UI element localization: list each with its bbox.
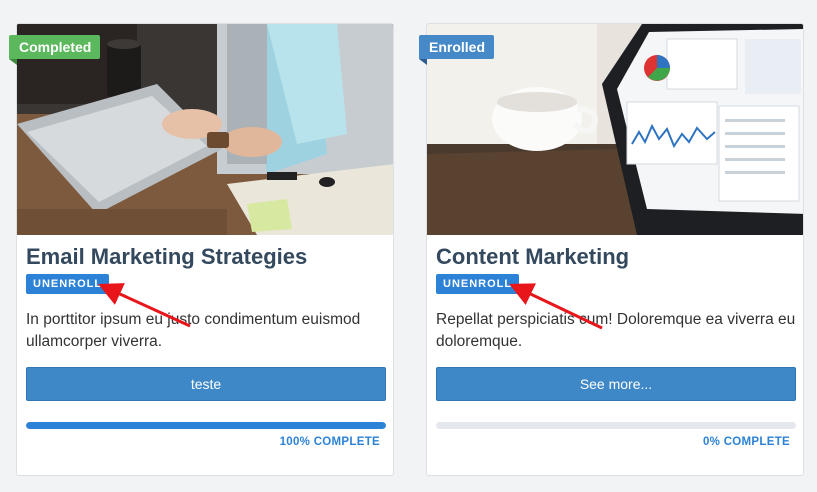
course-description: Repellat perspiciatis cum! Doloremque ea…: [436, 311, 796, 350]
progress-fill: [26, 422, 386, 429]
progress-label: 100% COMPLETE: [279, 436, 380, 448]
unenroll-button[interactable]: UNENROLL: [436, 274, 520, 294]
unenroll-button[interactable]: UNENROLL: [26, 274, 110, 294]
course-title: Email Marketing Strategies: [26, 244, 308, 269]
progress-bar: [26, 422, 386, 429]
course-title: Content Marketing: [436, 244, 630, 269]
course-description: In porttitor ipsum eu justo condimentum …: [26, 311, 361, 350]
course-action-button[interactable]: teste: [26, 367, 386, 401]
status-ribbon: Enrolled: [419, 35, 495, 65]
progress-bar: [436, 422, 796, 429]
status-ribbon: Completed: [9, 35, 101, 65]
course-card: Completed Email Marketing Strategies UNE…: [9, 23, 394, 476]
course-action-button[interactable]: See more...: [436, 367, 796, 401]
progress-label: 0% COMPLETE: [702, 436, 790, 448]
course-card: Enrolled Content Marketing UNENROLL Repe…: [419, 23, 804, 476]
